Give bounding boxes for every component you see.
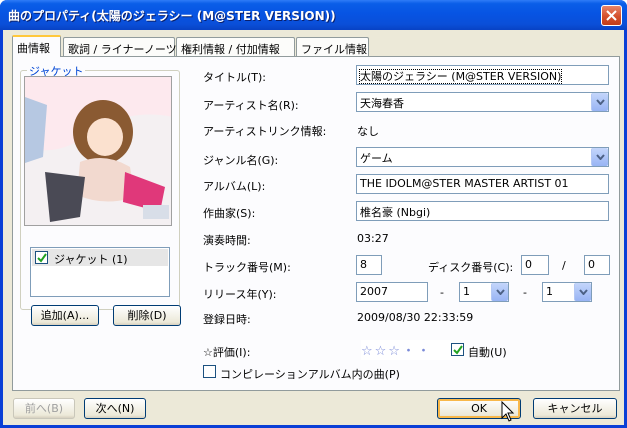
release-day-combo[interactable]: 1 xyxy=(542,282,592,302)
disc-total-field[interactable]: 0 xyxy=(584,255,610,275)
close-button[interactable] xyxy=(601,5,622,26)
tab-song-info[interactable]: 曲情報 xyxy=(12,35,61,57)
genre-dropdown-button[interactable] xyxy=(591,148,608,166)
tab-file-info[interactable]: ファイル情報 xyxy=(296,37,369,57)
jacket-list[interactable]: ジャケット (1) xyxy=(30,247,170,297)
properties-dialog: 曲のプロパティ(太陽のジェラシー (M@STER VERSION)) 曲情報 歌… xyxy=(0,0,627,428)
release-month-combo[interactable]: 1 xyxy=(459,282,509,302)
jacket-item-checkbox[interactable] xyxy=(35,251,48,264)
album-value: THE IDOLM@STER MASTER ARTIST 01 xyxy=(360,177,569,190)
artist-link-label: アーティストリンク情報: xyxy=(203,125,327,138)
title-value: 太陽のジェラシー (M@STER VERSION) xyxy=(358,69,563,84)
artist-dropdown-button[interactable] xyxy=(591,93,608,111)
list-item[interactable]: ジャケット (1) xyxy=(32,249,168,266)
composer-field[interactable]: 椎名豪 (Nbgi) xyxy=(356,201,609,221)
day-dropdown-button[interactable] xyxy=(574,283,591,301)
auto-rating-checkbox[interactable] xyxy=(451,343,464,356)
disc-separator: / xyxy=(562,259,566,272)
artist-combo[interactable]: 天海春香 xyxy=(356,92,609,112)
release-day-value: 1 xyxy=(546,285,553,298)
jacket-artwork xyxy=(24,76,172,226)
genre-combo[interactable]: ゲーム xyxy=(356,147,609,167)
add-jacket-button[interactable]: 追加(A)... xyxy=(31,305,99,326)
song-info-panel: ジャケット ジャケット (1) 追加(A)... 削除(D) タイトル(T): … xyxy=(12,56,620,391)
album-label: アルバム(L): xyxy=(203,180,266,193)
release-dash-2: - xyxy=(523,286,527,299)
duration-label: 演奏時間: xyxy=(203,234,251,247)
release-dash-1: - xyxy=(440,286,444,299)
next-button[interactable]: 次へ(N) xyxy=(84,398,146,419)
registered-label: 登録日時: xyxy=(203,313,251,326)
album-field[interactable]: THE IDOLM@STER MASTER ARTIST 01 xyxy=(356,174,609,194)
cancel-button[interactable]: キャンセル xyxy=(533,398,617,419)
month-dropdown-button[interactable] xyxy=(491,283,508,301)
delete-jacket-button[interactable]: 削除(D) xyxy=(113,305,181,326)
artist-link-value: なし xyxy=(357,125,379,138)
artist-label: アーティスト名(R): xyxy=(203,99,299,112)
rating-stars[interactable]: ☆☆☆・・ xyxy=(361,340,451,360)
disc-field[interactable]: 0 xyxy=(521,255,549,275)
artist-value: 天海春香 xyxy=(360,97,404,110)
disc-label: ディスク番号(C): xyxy=(428,261,514,274)
genre-label: ジャンル名(G): xyxy=(203,154,279,167)
tab-rights[interactable]: 権利情報 / 付加情報 xyxy=(176,37,295,57)
release-year-field[interactable]: 2007 xyxy=(356,282,428,302)
mouse-cursor-icon xyxy=(501,400,515,426)
compilation-checkbox[interactable] xyxy=(203,365,216,378)
auto-rating-label: 自動(U) xyxy=(468,346,507,359)
prev-button[interactable]: 前へ(B) xyxy=(13,398,75,419)
track-value: 8 xyxy=(360,258,367,271)
registered-value: 2009/08/30 22:33:59 xyxy=(357,311,474,324)
title-field[interactable]: 太陽のジェラシー (M@STER VERSION) xyxy=(356,65,609,85)
jacket-item-label: ジャケット (1) xyxy=(54,253,128,266)
composer-label: 作曲家(S): xyxy=(203,207,256,220)
track-label: トラック番号(M): xyxy=(203,261,291,274)
genre-value: ゲーム xyxy=(360,152,393,165)
rating-label: ☆評価(I): xyxy=(203,346,251,359)
release-label: リリース年(Y): xyxy=(203,288,277,301)
window-title: 曲のプロパティ(太陽のジェラシー (M@STER VERSION)) xyxy=(8,9,336,23)
composer-value: 椎名豪 (Nbgi) xyxy=(360,206,431,219)
rating-stars-value: ☆☆☆・・ xyxy=(361,344,432,359)
duration-value: 03:27 xyxy=(357,232,389,245)
title-bar[interactable]: 曲のプロパティ(太陽のジェラシー (M@STER VERSION)) xyxy=(0,0,627,30)
disc-total-value: 0 xyxy=(588,258,595,271)
release-month-value: 1 xyxy=(463,285,470,298)
disc-value: 0 xyxy=(525,258,532,271)
track-field[interactable]: 8 xyxy=(356,255,382,275)
release-year-value: 2007 xyxy=(360,285,388,298)
title-label: タイトル(T): xyxy=(203,71,267,84)
compilation-label: コンピレーションアルバム内の曲(P) xyxy=(220,368,400,381)
tab-lyrics[interactable]: 歌詞 / ライナーノーツ xyxy=(63,37,177,57)
